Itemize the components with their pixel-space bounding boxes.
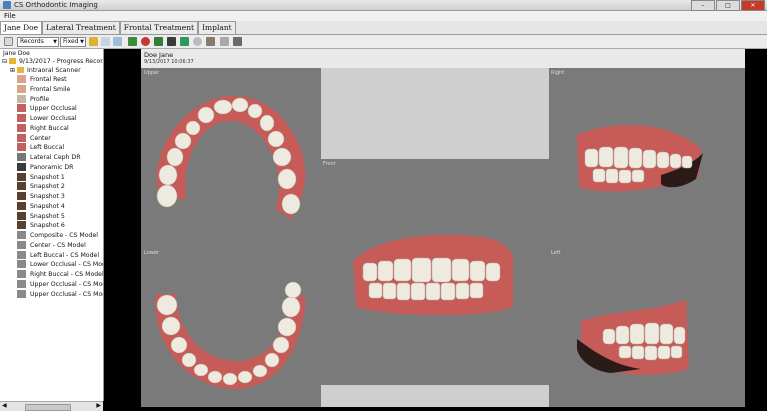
tree-item-label: Snapshot 3 [30,193,65,200]
edit-icon[interactable] [206,37,215,46]
tree-session-label: 9/13/2017 - Progress Records [19,58,104,65]
tree-item-label: Lower Occlusal - CS Model [30,261,104,269]
new-document-icon[interactable] [4,37,13,46]
menu-bar: File [0,11,767,21]
tree-item-label: Upper Occlusal - CS Model [30,280,104,288]
records-tree: Jane Doe ⊟ 9/13/2017 - Progress Records … [0,49,104,401]
tab-implant[interactable]: Implant [198,21,236,34]
maximize-button[interactable]: □ [716,0,740,11]
left-buccal-model[interactable] [141,49,745,407]
tree-item-label: Frontal Rest [30,76,67,83]
thumbnail-icon [17,162,26,171]
thumbnail-icon [17,104,26,113]
thumbnail-icon [17,84,26,93]
thumbnail-icon [17,211,26,220]
tree-item-label: Center [30,134,51,142]
tree-item-label: Right Buccal - CS Model [30,271,104,278]
thumbnail-icon [17,172,26,181]
scroll-right-icon[interactable]: ▶ [96,402,101,409]
minimize-button[interactable]: – [691,0,715,11]
tree-item-label: Right Buccal [30,124,69,132]
window-title: CS Orthodontic Imaging [14,1,98,9]
app-icon [3,1,11,9]
tab-lateral-treatment[interactable]: Lateral Treatment [42,21,120,34]
close-button[interactable]: ✕ [741,0,765,11]
tree-item-label: Composite - CS Model [30,232,98,239]
tree-item-label: Snapshot 6 [30,222,65,230]
expand-icon[interactable] [180,37,189,46]
thumbnail-icon [17,260,26,269]
window-controls: – □ ✕ [690,0,765,11]
thumbnail-icon [17,221,26,230]
image-icon[interactable] [113,37,122,46]
tree-item-label: Frontal Smile [30,85,71,93]
viewer-right-border [745,49,767,410]
thumbnail-icon [17,75,26,83]
records-select[interactable]: Records ▼ [17,37,59,47]
thumbnail-icon [17,240,26,249]
thumbnail-icon [17,94,26,103]
tree-root-patient[interactable]: Jane Doe [3,50,30,57]
tab-frontal-treatment[interactable]: Frontal Treatment [119,21,199,34]
print-icon[interactable] [101,37,110,46]
menu-file[interactable]: File [4,12,16,20]
tree-item-label: Snapshot 1 [30,173,65,181]
tree-item-label: Panoramic DR [30,163,74,171]
layout-select[interactable]: Fixed ▼ [60,37,86,47]
tree-item-label: Lower Occlusal [30,115,77,122]
chevron-down-icon: ▼ [53,39,57,45]
record-icon[interactable] [141,37,150,46]
monitor-icon[interactable] [233,37,242,46]
expand-icon[interactable]: ⊞ [10,66,15,75]
scroll-left-icon[interactable]: ◀ [2,402,7,409]
patient-tabs: Jane Doe Lateral Treatment Frontal Treat… [0,21,767,35]
tab-jane-doe[interactable]: Jane Doe [0,21,43,34]
tree-item-label: Upper Occlusal - CS Model [30,290,104,298]
records-select-value: Records [20,38,44,45]
expand-icon[interactable]: ⊟ [2,57,7,66]
tree-item-label: Left Buccal - CS Model [30,251,100,259]
tree-item-label: Snapshot 2 [30,183,65,191]
thumbnail-icon [17,201,26,210]
tree-item-label: Lateral Ceph DR [30,154,81,161]
export-icon[interactable] [154,37,163,46]
thumbnail-icon [17,123,26,132]
tree-item-label: Upper Occlusal [30,105,77,113]
model-viewer[interactable]: Doe Jane 9/13/2017 10:06:37 Upper Lower … [141,49,745,407]
thumbnail-icon [17,289,26,298]
tree-item-label: Snapshot 5 [30,212,65,220]
thumbnail-icon [17,250,26,259]
camera-icon[interactable] [167,37,176,46]
folder-icon [9,58,16,64]
thumbnail-icon [17,192,26,200]
folder-icon [17,67,24,73]
tree-item-label: Profile [30,95,50,103]
folder-icon[interactable] [89,37,98,46]
thumbnail-icon [17,270,26,278]
settings-icon[interactable] [193,37,202,46]
tree-item-label: Left Buccal [30,144,65,152]
thumbnail-icon [17,231,26,239]
toolbar: Records ▼ Fixed ▼ [0,35,767,49]
tree-item-label: Snapshot 4 [30,202,65,210]
grid-icon[interactable] [220,37,229,46]
thumbnail-icon [17,153,26,161]
tree-item-label: Center - CS Model [30,241,86,249]
chevron-down-icon: ▼ [80,39,84,45]
thumbnail-icon [17,279,26,288]
thumbnail-icon [17,182,26,191]
layout-select-value: Fixed [63,38,79,45]
tree-item-label: Intraoral Scanner [27,67,81,74]
thumbnail-icon [17,133,26,142]
tree-icon[interactable] [128,37,137,46]
title-bar: CS Orthodontic Imaging – □ ✕ [0,0,767,11]
thumbnail-icon [17,114,26,122]
thumbnail-icon [17,143,26,152]
